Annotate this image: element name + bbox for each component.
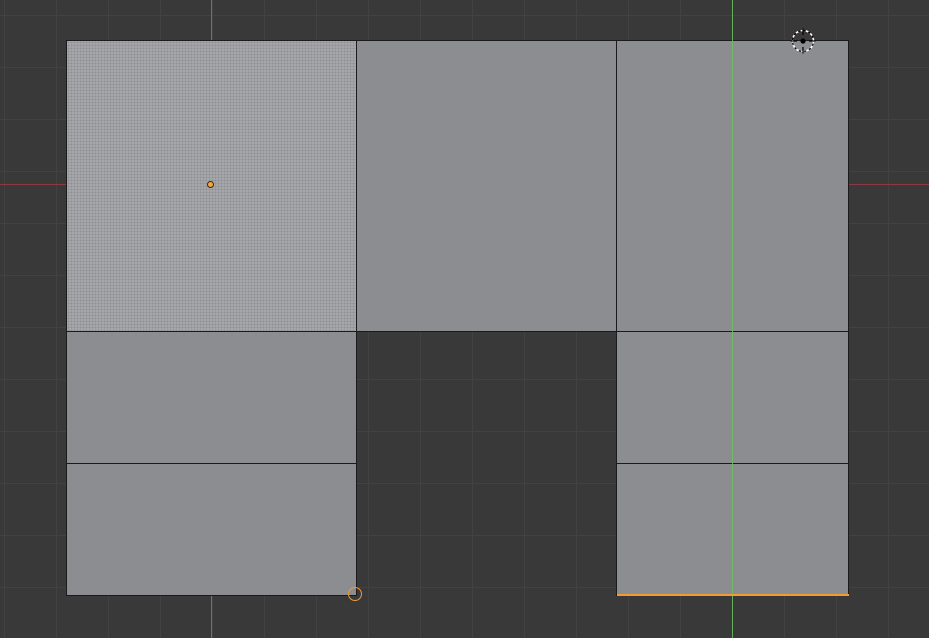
uv-vertical-guide-line (732, 0, 733, 638)
uv-editor-viewport[interactable] (0, 0, 929, 638)
3d-cursor-icon[interactable] (790, 28, 816, 54)
vertex-circle-icon[interactable] (348, 587, 362, 601)
uv-face-middle-left[interactable] (66, 331, 357, 464)
origin-dot-icon[interactable] (207, 181, 214, 188)
uv-face-top-center[interactable] (356, 40, 617, 332)
uv-face-bottom-left[interactable] (66, 463, 357, 596)
selected-edge[interactable] (617, 594, 849, 596)
